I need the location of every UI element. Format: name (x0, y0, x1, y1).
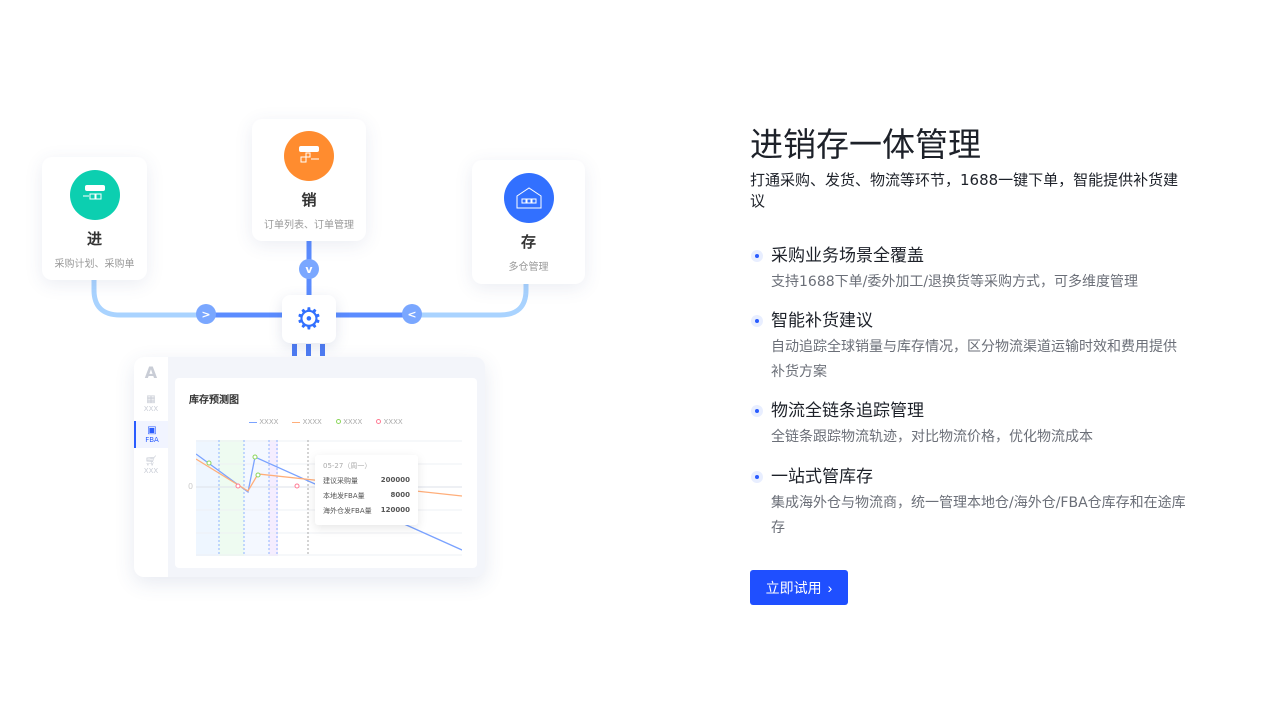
arrow-right-icon: > (196, 304, 216, 324)
node-title: 存 (520, 233, 536, 251)
feature-item: 智能补货建议自动追踪全球销量与库存情况，区分物流渠道运输时效和费用提供补货方案 (750, 310, 1190, 385)
y-tick: 0 (188, 482, 194, 491)
try-now-button[interactable]: 立即试用 › (750, 570, 848, 605)
sidebar-item-fba[interactable]: ▣ FBA (134, 421, 168, 448)
feature-title: 智能补货建议 (771, 311, 873, 331)
legend-item: XXXX (335, 418, 362, 426)
bullet-icon (751, 405, 763, 417)
node-title: 销 (301, 191, 317, 209)
page-title: 进销存一体管理 (750, 125, 981, 164)
arrow-left-icon: < (402, 304, 422, 324)
tooltip-date: 05-27（周一） (323, 462, 372, 470)
node-subtitle: 多仓管理 (508, 262, 549, 273)
sidebar-item-xxx[interactable]: 🛒︎ XXX (134, 456, 168, 475)
legend-item: XXXX (292, 418, 322, 426)
fba-icon: ▣ (147, 425, 157, 436)
chart-tooltip: 05-27（周一） 建议采购量 200000 本地发FBA量 8000 海外仓发FB… (315, 455, 418, 525)
feature-title: 一站式管库存 (771, 467, 873, 487)
store-inbound-icon (69, 170, 120, 220)
marker-green (252, 454, 258, 460)
node-subtitle: 采购计划、采购单 (54, 259, 135, 270)
chart-legend: XXXX XXXX XXXX XXXX (249, 418, 403, 426)
feature-desc: 支持1688下单/委外加工/退换货等采购方式，可多维度管理 (771, 274, 1139, 290)
mock-sidebar: A ▦ XXX ▣ FBA 🛒︎ XXX (134, 357, 168, 577)
node-inventory: 存 多仓管理 (472, 160, 585, 284)
node-sales: 销 订单列表、订单管理 (252, 119, 366, 241)
gear-icon: ⚙ (282, 295, 336, 343)
tooltip-row: 本地发FBA量 8000 (323, 491, 410, 500)
legend-item: XXXX (249, 418, 278, 426)
node-subtitle: 订单列表、订单管理 (264, 220, 354, 231)
sidebar-item-xxx[interactable]: ▦ XXX (134, 394, 168, 413)
feature-item: 一站式管库存集成海外仓与物流商，统一管理本地仓/海外仓/FBA仓库存和在途库存 (750, 466, 1190, 541)
feature-title: 物流全链条追踪管理 (771, 401, 924, 421)
chart-title: 库存预测图 (189, 395, 239, 406)
feature-desc: 集成海外仓与物流商，统一管理本地仓/海外仓/FBA仓库存和在途库存 (771, 495, 1186, 536)
feature-item: 物流全链条追踪管理全链条跟踪物流轨迹，对比物流价格，优化物流成本 (750, 400, 1190, 450)
chart-card: 库存预测图 XXXX XXXX XXXX XXXX 0 05-27（周一） 建议… (175, 378, 477, 568)
bullet-icon (751, 250, 763, 262)
tooltip-row: 建议采购量 200000 (323, 476, 410, 485)
feature-item: 采购业务场景全覆盖支持1688下单/委外加工/退换货等采购方式，可多维度管理 (750, 245, 1190, 295)
legend-item: XXXX (376, 418, 403, 426)
warehouse-icon (503, 173, 554, 223)
feature-desc: 自动追踪全球销量与库存情况，区分物流渠道运输时效和费用提供补货方案 (771, 339, 1177, 380)
node-title: 进 (86, 230, 102, 248)
mock-app-window: A ▦ XXX ▣ FBA 🛒︎ XXX 库存预测图 XXXX XXXX XXXX X… (134, 357, 485, 577)
button-label: 立即试用 (765, 579, 822, 596)
page-subtitle: 打通采购、发货、物流等环节，1688一键下单，智能提供补货建议 (750, 171, 1179, 210)
logo-icon: A (144, 363, 158, 382)
marker-pink (294, 483, 300, 489)
store-outbound-icon (284, 131, 334, 181)
cart-icon: 🛒︎ (144, 456, 158, 467)
chevron-right-icon: › (827, 579, 833, 596)
marker-green (206, 460, 212, 466)
marker-green (255, 472, 261, 478)
node-purchase: 进 采购计划、采购单 (42, 157, 147, 280)
bullet-icon (751, 315, 763, 327)
arrow-down-icon: v (299, 259, 319, 279)
feature-desc: 全链条跟踪物流轨迹，对比物流价格，优化物流成本 (771, 429, 1093, 445)
marker-pink (235, 483, 241, 489)
feature-title: 采购业务场景全覆盖 (771, 246, 924, 266)
tooltip-row: 海外仓发FBA量 120000 (323, 506, 410, 515)
bank-icon: ▦ (146, 394, 156, 405)
bullet-icon (751, 471, 763, 483)
